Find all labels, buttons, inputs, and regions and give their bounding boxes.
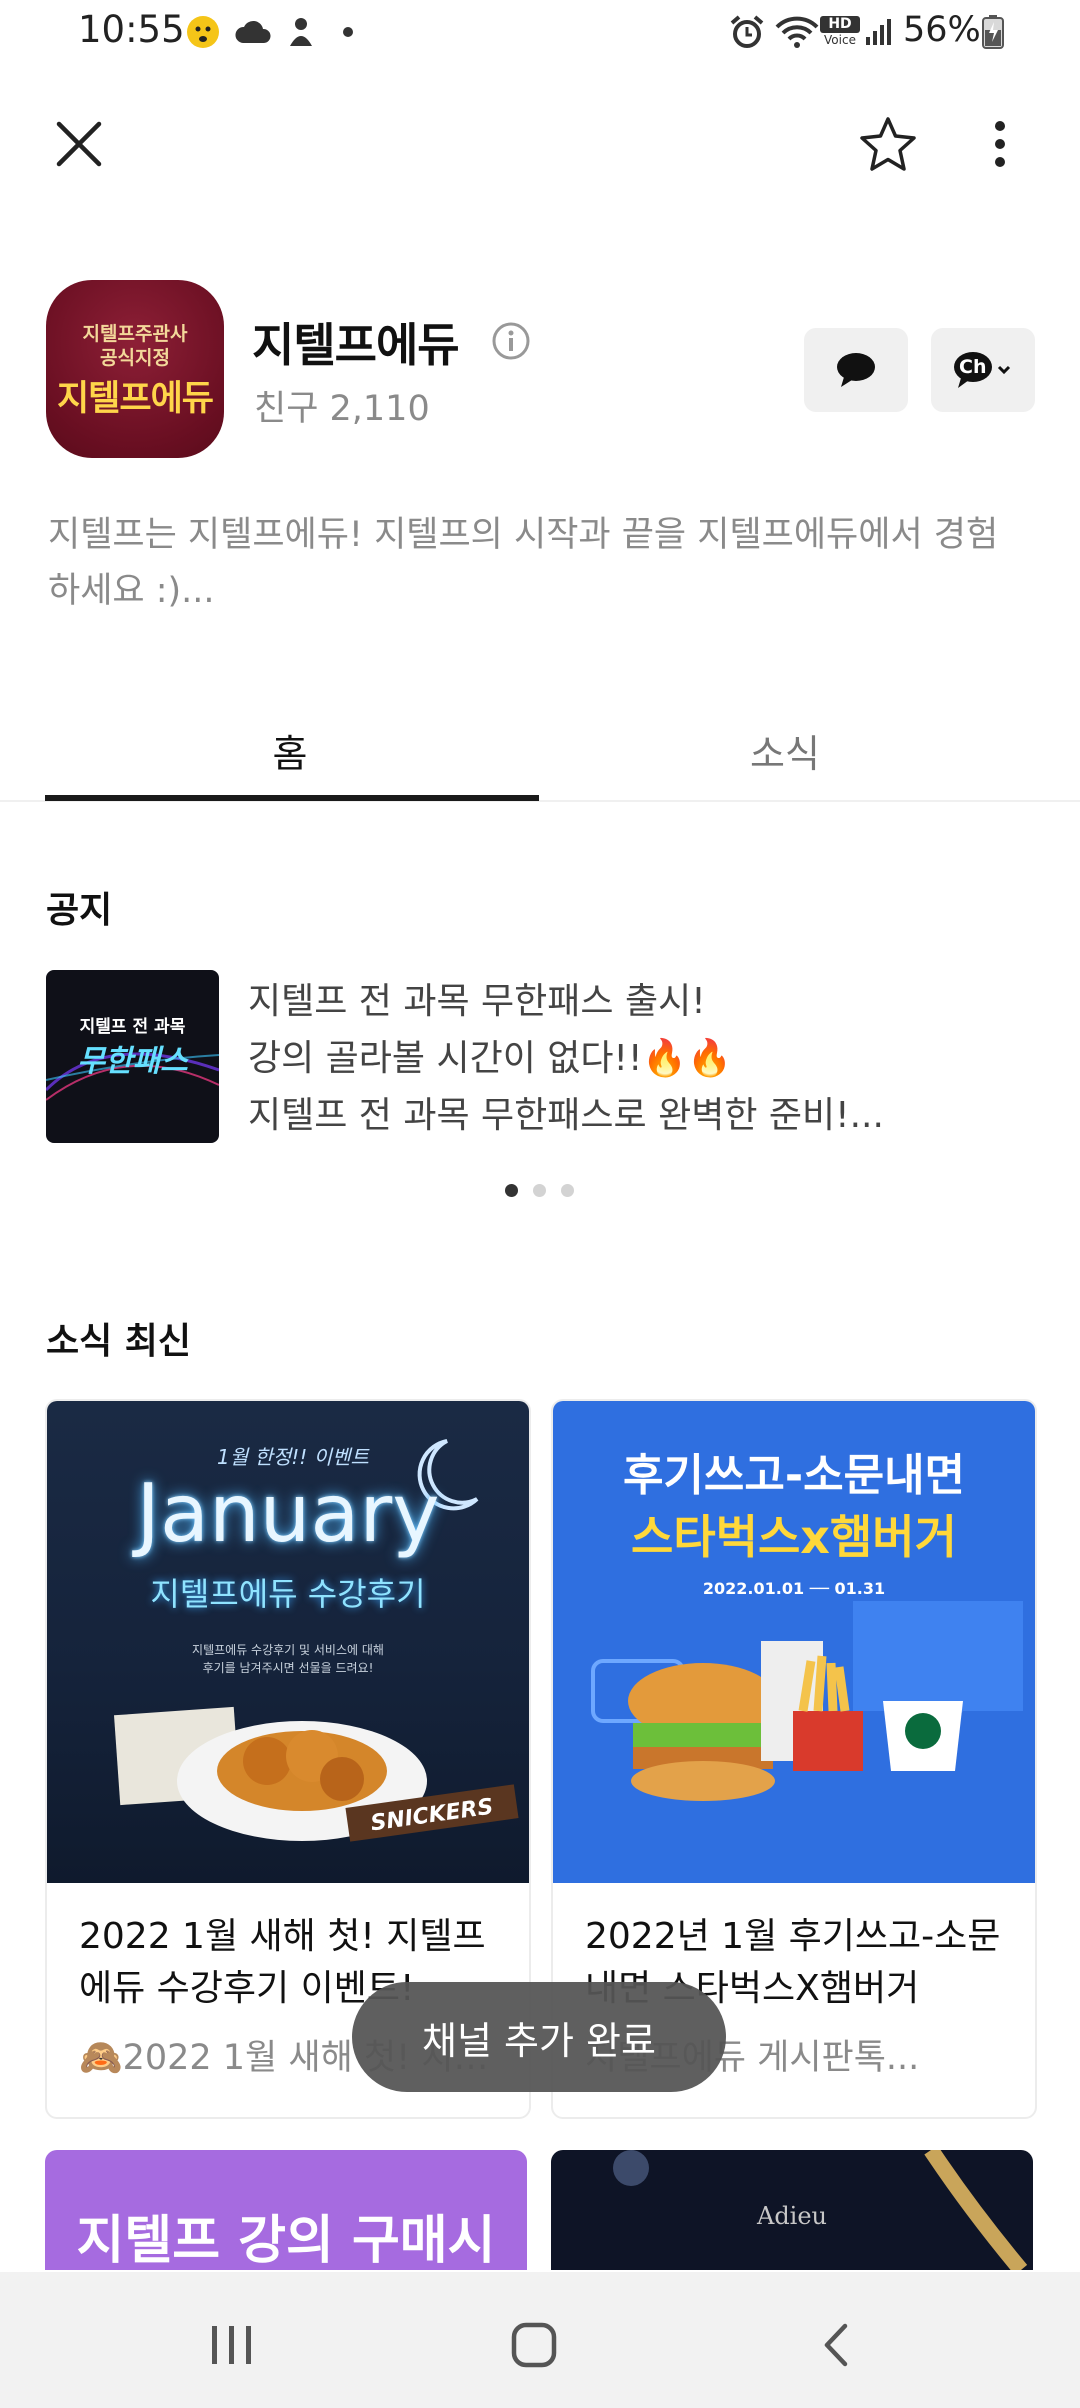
battery-charging-icon: [980, 15, 1006, 49]
channel-menu-button[interactable]: Ch: [931, 328, 1035, 412]
channel-chat-icon: Ch: [953, 350, 1013, 390]
emoji-face-icon: [185, 16, 221, 48]
home-icon: [511, 2322, 557, 2368]
notice-section-title: 공지: [46, 890, 113, 931]
tab-news[interactable]: 소식: [540, 700, 1030, 800]
carousel-dot-active: [505, 1184, 518, 1197]
card1-img-script: 1월 한정!! 이벤트: [217, 1445, 369, 1469]
chat-bubble-icon: [837, 353, 875, 387]
notice-line: 지텔프 전 과목 무한패스로 완벽한 준비!...: [248, 1095, 884, 1136]
carousel-dot: [533, 1184, 546, 1197]
hd-label: HD: [820, 16, 860, 33]
hd-voice-icon: HD Voice: [820, 16, 860, 50]
channel-name: 지텔프에듀: [252, 318, 460, 372]
tab-news-label: 소식: [750, 731, 820, 776]
status-time: 10:55: [78, 8, 185, 51]
logo-text-line1: 지텔프주관사: [82, 323, 188, 345]
back-button[interactable]: [786, 2300, 886, 2390]
notification-app-icon: [284, 16, 318, 48]
channel-chat-label: Ch: [959, 356, 987, 378]
wifi-icon: [773, 16, 821, 48]
notice-thumb-line2: 무한패스: [77, 1044, 188, 1079]
news-card-image: 1월 한정!! 이벤트 January 지텔프에듀 수강후기 지텔프에듀 수강후…: [47, 1401, 529, 1883]
toast-message: 채널 추가 완료: [352, 1982, 726, 2092]
cloud-icon: [233, 16, 273, 48]
battery-percent: 56%: [903, 10, 981, 50]
card1-img-subtitle: 지텔프에듀 수강후기: [150, 1575, 426, 1613]
card2-img-line2: 스타벅스x햄버거: [631, 1510, 957, 1564]
active-tab-indicator: [45, 795, 539, 801]
notice-line: 강의 골라볼 시간이 없다!!🔥🔥: [248, 1038, 733, 1079]
news-card-image-text: 지텔프 강의 구매시: [76, 2211, 496, 2270]
tab-home-label: 홈: [272, 731, 308, 776]
chevron-down-icon: [997, 365, 1011, 375]
recent-apps-button[interactable]: [182, 2300, 282, 2390]
back-icon: [824, 2323, 848, 2367]
toast-text: 채널 추가 완료: [422, 2018, 656, 2063]
card1-img-caption-line: 후기를 남겨주시면 선물을 드려요!: [202, 1661, 374, 1675]
alarm-icon: [727, 15, 767, 48]
more-options-button[interactable]: [960, 104, 1040, 184]
info-icon[interactable]: [491, 321, 531, 365]
card2-img-line1: 후기쓰고-소문내면: [622, 1450, 966, 1501]
news-card-image-text: Adieu: [756, 2202, 828, 2230]
card1-img-caption-line: 지텔프에듀 수강후기 및 서비스에 대해: [192, 1643, 384, 1657]
notice-thumbnail[interactable]: 지텔프 전 과목 무한패스: [46, 970, 219, 1143]
notice-line: 지텔프 전 과목 무한패스 출시!: [248, 981, 706, 1022]
card2-img-dates: 2022.01.01 ── 01.31: [702, 1579, 886, 1598]
home-button[interactable]: [484, 2300, 584, 2390]
voice-label: Voice: [824, 33, 856, 47]
star-icon: [860, 117, 916, 171]
news-card[interactable]: 지텔프 강의 구매시: [45, 2150, 527, 2270]
news-card-image: 후기쓰고-소문내면 스타벅스x햄버거 2022.01.01 ── 01.31: [553, 1401, 1035, 1883]
chat-button[interactable]: [804, 328, 908, 412]
more-vertical-icon: [995, 121, 1005, 167]
more-notifications-dot-icon: [338, 16, 358, 48]
close-icon: [56, 121, 102, 167]
friends-count: 친구 2,110: [254, 389, 430, 429]
notice-text[interactable]: 지텔프 전 과목 무한패스 출시! 강의 골라볼 시간이 없다!!🔥🔥 지텔프 …: [248, 973, 1048, 1144]
close-button[interactable]: [39, 104, 119, 184]
card1-img-caption: 지텔프에듀 수강후기 및 서비스에 대해 후기를 남겨주시면 선물을 드려요!: [47, 1641, 529, 1677]
status-bar: 10:55 HD Voice 56%: [0, 0, 1080, 66]
carousel-dot: [561, 1184, 574, 1197]
recent-apps-icon: [212, 2326, 251, 2364]
signal-icon: [862, 16, 896, 48]
news-card[interactable]: Adieu: [551, 2150, 1033, 2270]
logo-text-line2: 공식지정: [100, 347, 170, 369]
news-section-title: 소식 최신: [46, 1321, 192, 1362]
channel-description: 지텔프는 지텔프에듀! 지텔프의 시작과 끝을 지텔프에듀에서 경험하세요 :)…: [48, 515, 999, 611]
logo-text-line3: 지텔프에듀: [56, 379, 214, 419]
channel-logo[interactable]: 지텔프주관사 공식지정 지텔프에듀: [46, 280, 224, 458]
notice-thumb-line1: 지텔프 전 과목: [79, 1017, 186, 1037]
favorite-button[interactable]: [848, 104, 928, 184]
card1-img-title: January: [136, 1467, 440, 1560]
tab-home[interactable]: 홈: [45, 700, 535, 800]
